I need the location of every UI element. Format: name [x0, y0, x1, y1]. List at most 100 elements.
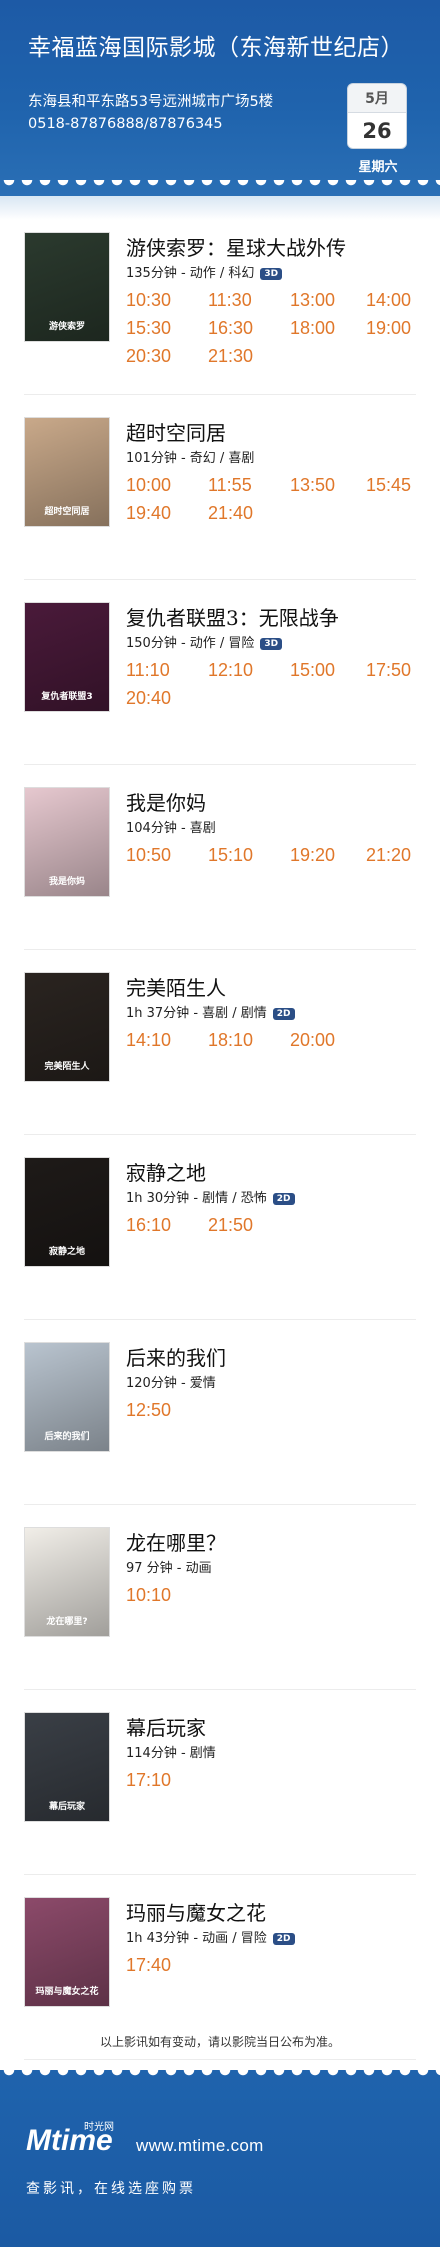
format-badge: 3D — [260, 267, 283, 280]
showtime[interactable]: 20:40 — [126, 688, 171, 709]
showtime[interactable]: 16:10 — [126, 1215, 171, 1236]
movie-item[interactable]: 复仇者联盟3 复仇者联盟3：无限战争 150分钟 - 动作 / 冒险 3D 11:10 1… — [0, 580, 440, 765]
showtime[interactable]: 21:30 — [208, 346, 253, 367]
showtime[interactable]: 12:10 — [208, 660, 253, 681]
mtime-site-link[interactable]: www.mtime.com — [136, 2136, 264, 2156]
showtime[interactable]: 11:30 — [208, 290, 252, 311]
showtime[interactable]: 19:00 — [366, 318, 411, 339]
movie-item[interactable]: 完美陌生人 完美陌生人 1h 37分钟 - 喜剧 / 剧情 2D 14:10 18:10 2… — [0, 950, 440, 1135]
movie-title[interactable]: 完美陌生人 — [126, 972, 226, 1001]
movie-item[interactable]: 龙在哪里? 龙在哪里？ 97 分钟 - 动画 10:10 — [0, 1505, 440, 1690]
movie-title[interactable]: 超时空同居 — [126, 417, 226, 446]
showtime[interactable]: 18:00 — [290, 318, 335, 339]
showtime[interactable]: 17:50 — [366, 660, 411, 681]
date-weekday: 星期六 — [358, 160, 398, 175]
movie-duration-genre: 150分钟 - 动作 / 冒险 — [126, 636, 255, 651]
movie-meta: 1h 37分钟 - 喜剧 / 剧情 2D — [126, 1002, 295, 1021]
movie-meta: 104分钟 - 喜剧 — [126, 817, 216, 836]
movie-poster[interactable]: 龙在哪里? — [24, 1527, 110, 1637]
movie-poster-title: 完美陌生人 — [44, 1062, 90, 1072]
movie-poster[interactable]: 幕后玩家 — [24, 1712, 110, 1822]
showtime[interactable]: 11:10 — [126, 660, 170, 681]
movie-item[interactable]: 超时空同居 超时空同居 101分钟 - 奇幻 / 喜剧 10:00 11:55 13:50… — [0, 395, 440, 580]
mtime-slogan: 查影讯，在线选座购票 — [26, 2181, 196, 2197]
showtime[interactable]: 10:50 — [126, 845, 171, 866]
showtime[interactable]: 13:00 — [290, 290, 335, 311]
mtime-logo[interactable]: Mtime 时光网 — [26, 2118, 136, 2162]
showtime[interactable]: 19:20 — [290, 845, 335, 866]
movie-poster[interactable]: 游侠索罗 — [24, 232, 110, 342]
movie-poster-title: 我是你妈 — [48, 877, 85, 887]
movie-duration-genre: 120分钟 - 爱情 — [126, 1376, 216, 1391]
movie-title[interactable]: 我是你妈 — [126, 787, 206, 816]
movie-poster[interactable]: 我是你妈 — [24, 787, 110, 897]
mtime-logo-sub: 时光网 — [84, 2122, 114, 2133]
showtime[interactable]: 10:30 — [126, 290, 171, 311]
format-badge: 3D — [260, 637, 283, 650]
showtime[interactable]: 16:30 — [208, 318, 253, 339]
format-badge: 2D — [272, 1192, 295, 1205]
showtime[interactable]: 15:45 — [366, 475, 411, 496]
showtime[interactable]: 18:10 — [208, 1030, 253, 1051]
cinema-name: 幸福蓝海国际影城（东海新世纪店） — [28, 35, 404, 61]
movie-poster[interactable]: 寂静之地 — [24, 1157, 110, 1267]
date-badge: 5月 26 — [347, 83, 407, 149]
movie-poster-title: 幕后玩家 — [48, 1802, 85, 1812]
movie-title[interactable]: 游侠索罗：星球大战外传 — [126, 232, 346, 261]
movie-item[interactable]: 幕后玩家 幕后玩家 114分钟 - 剧情 17:10 — [0, 1690, 440, 1875]
movie-duration-genre: 1h 43分钟 - 动画 / 冒险 — [126, 1931, 267, 1946]
showtime[interactable]: 14:10 — [126, 1030, 171, 1051]
showtime[interactable]: 15:10 — [208, 845, 253, 866]
movie-item[interactable]: 我是你妈 我是你妈 104分钟 - 喜剧 10:50 15:10 19:20 21:20 — [0, 765, 440, 950]
movie-title[interactable]: 寂静之地 — [126, 1157, 206, 1186]
showtime[interactable]: 21:50 — [208, 1215, 253, 1236]
showtime[interactable]: 20:30 — [126, 346, 171, 367]
movie-title[interactable]: 玛丽与魔女之花 — [126, 1897, 266, 1926]
showtime[interactable]: 19:40 — [126, 503, 171, 524]
showtime[interactable]: 15:00 — [290, 660, 335, 681]
movie-title[interactable]: 后来的我们 — [126, 1342, 226, 1371]
date-day: 26 — [348, 112, 406, 148]
movie-poster[interactable]: 完美陌生人 — [24, 972, 110, 1082]
format-badge: 2D — [272, 1932, 295, 1945]
cinema-header: 幸福蓝海国际影城（东海新世纪店） 东海县和平东路53号远洲城市广场5楼 0518… — [0, 0, 440, 202]
movie-poster[interactable]: 玛丽与魔女之花 — [24, 1897, 110, 2007]
movie-duration-genre: 1h 37分钟 - 喜剧 / 剧情 — [126, 1006, 267, 1021]
showtime[interactable]: 10:10 — [126, 1585, 171, 1606]
showtime[interactable]: 15:30 — [126, 318, 171, 339]
movie-poster[interactable]: 后来的我们 — [24, 1342, 110, 1452]
cinema-address: 东海县和平东路53号远洲城市广场5楼 — [28, 94, 274, 110]
showtime[interactable]: 13:50 — [290, 475, 335, 496]
movie-meta: 1h 43分钟 - 动画 / 冒险 2D — [126, 1927, 295, 1946]
movie-item[interactable]: 后来的我们 后来的我们 120分钟 - 爱情 12:50 — [0, 1320, 440, 1505]
showtime[interactable]: 17:10 — [126, 1770, 171, 1791]
movie-item[interactable]: 游侠索罗 游侠索罗：星球大战外传 135分钟 - 动作 / 科幻 3D 10:30 11:… — [0, 210, 440, 395]
movie-title[interactable]: 复仇者联盟3：无限战争 — [126, 602, 339, 631]
movie-poster-title: 超时空同居 — [44, 507, 90, 517]
movie-poster-title: 玛丽与魔女之花 — [35, 1987, 99, 1997]
showtime[interactable]: 20:00 — [290, 1030, 335, 1051]
schedule-notice: 以上影讯如有变动，请以影院当日公布为准。 — [99, 2035, 340, 2049]
movie-item[interactable]: 寂静之地 寂静之地 1h 30分钟 - 剧情 / 恐怖 2D 16:10 21:50 — [0, 1135, 440, 1320]
movie-duration-genre: 114分钟 - 剧情 — [126, 1746, 216, 1761]
showtime[interactable]: 21:40 — [208, 503, 253, 524]
showtime[interactable]: 12:50 — [126, 1400, 171, 1421]
movie-duration-genre: 1h 30分钟 - 剧情 / 恐怖 — [126, 1191, 267, 1206]
movie-poster[interactable]: 复仇者联盟3 — [24, 602, 110, 712]
showtime[interactable]: 10:00 — [126, 475, 171, 496]
showtime[interactable]: 17:40 — [126, 1955, 171, 1976]
mtime-footer: Mtime 时光网 www.mtime.com 查影讯，在线选座购票 — [0, 2070, 440, 2247]
movie-poster-title: 游侠索罗 — [48, 322, 85, 332]
showtime[interactable]: 21:20 — [366, 845, 411, 866]
movie-title[interactable]: 龙在哪里？ — [126, 1527, 226, 1556]
showtime[interactable]: 14:00 — [366, 290, 411, 311]
movie-title[interactable]: 幕后玩家 — [126, 1712, 206, 1741]
cinema-phone: 0518-87876888/87876345 — [28, 116, 223, 132]
movie-poster[interactable]: 超时空同居 — [24, 417, 110, 527]
movie-poster-title: 复仇者联盟3 — [41, 692, 93, 702]
movie-poster-title: 龙在哪里? — [46, 1617, 88, 1627]
movie-duration-genre: 101分钟 - 奇幻 / 喜剧 — [126, 451, 255, 466]
showtime[interactable]: 11:55 — [208, 475, 252, 496]
divider — [24, 2059, 416, 2060]
movie-meta: 114分钟 - 剧情 — [126, 1742, 216, 1761]
